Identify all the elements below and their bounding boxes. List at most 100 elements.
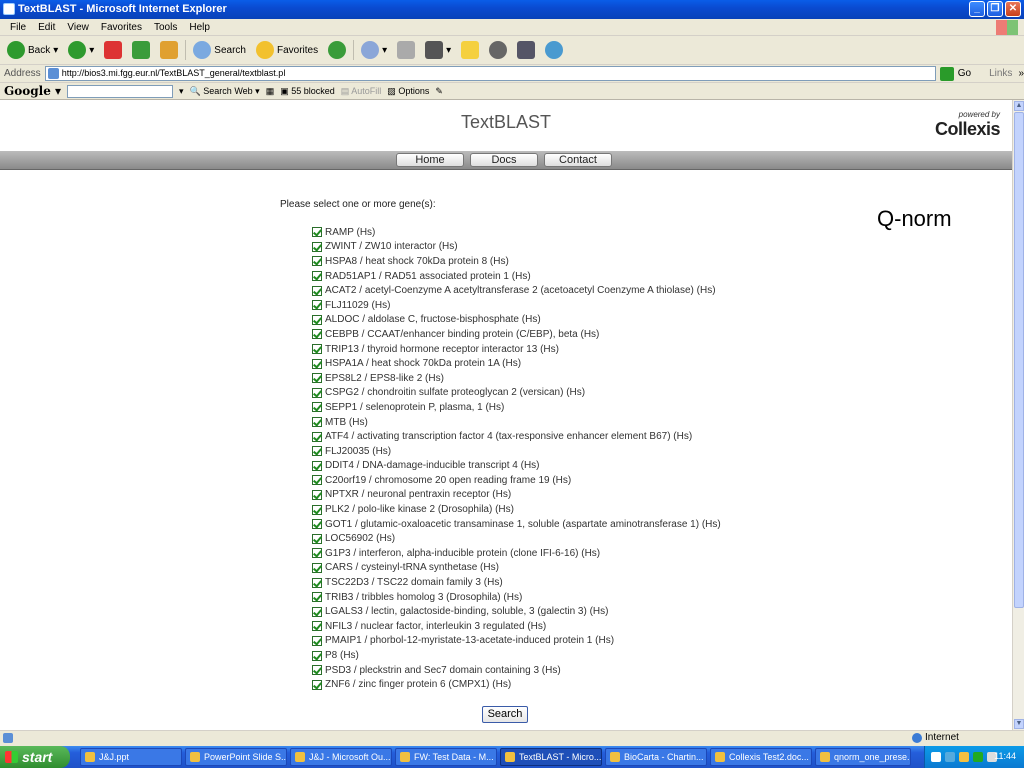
links-button[interactable]: Links xyxy=(975,68,1012,79)
gene-checkbox[interactable] xyxy=(312,665,322,676)
google-dropdown-icon[interactable]: ▾ xyxy=(179,86,184,97)
taskbar-item[interactable]: J&J - Microsoft Ou... xyxy=(290,748,392,766)
chevron-right-icon[interactable]: » xyxy=(1012,68,1024,79)
messenger-button[interactable] xyxy=(514,38,538,62)
gene-checkbox[interactable] xyxy=(312,504,322,515)
gene-checkbox[interactable] xyxy=(312,519,322,530)
discuss-button[interactable] xyxy=(458,38,482,62)
menu-file[interactable]: File xyxy=(4,22,32,33)
gene-checkbox[interactable] xyxy=(312,635,322,646)
taskbar-item[interactable]: FW: Test Data - M... xyxy=(395,748,497,766)
gene-checkbox[interactable] xyxy=(312,489,322,500)
go-arrow-icon[interactable] xyxy=(940,66,954,81)
taskbar-item[interactable]: BioCarta - Chartin... xyxy=(605,748,707,766)
favorites-button[interactable]: Favorites xyxy=(253,38,321,62)
gene-checkbox[interactable] xyxy=(312,679,322,690)
gene-checkbox[interactable] xyxy=(312,402,322,413)
gene-checkbox[interactable] xyxy=(312,562,322,573)
taskbar-item[interactable]: qnorm_one_prese... xyxy=(815,748,911,766)
nav-home-button[interactable]: Home xyxy=(396,153,464,167)
home-button[interactable] xyxy=(157,38,181,62)
restore-button[interactable]: ❐ xyxy=(987,1,1003,17)
start-button[interactable]: start xyxy=(0,746,70,768)
forward-button[interactable]: ▾ xyxy=(65,38,97,62)
close-button[interactable]: ✕ xyxy=(1005,1,1021,17)
nav-contact-button[interactable]: Contact xyxy=(544,153,612,167)
gene-checkbox[interactable] xyxy=(312,256,322,267)
gene-checkbox[interactable] xyxy=(312,358,322,369)
people-button[interactable] xyxy=(542,38,566,62)
google-search-input[interactable] xyxy=(67,84,174,98)
google-logo[interactable]: Google ▾ xyxy=(4,84,61,98)
gene-checkbox[interactable] xyxy=(312,621,322,632)
menu-edit[interactable]: Edit xyxy=(32,22,61,33)
taskbar-item-active[interactable]: TextBLAST - Micro... xyxy=(500,748,602,766)
gene-checkbox[interactable] xyxy=(312,241,322,252)
search-button[interactable]: Search xyxy=(190,38,249,62)
pagerank-icon[interactable]: ▦ xyxy=(266,86,275,97)
autofill-button[interactable]: ▤ AutoFill xyxy=(341,86,382,97)
scrollbar-thumb[interactable] xyxy=(1014,112,1024,608)
history-button[interactable] xyxy=(325,38,349,62)
gene-checkbox[interactable] xyxy=(312,650,322,661)
gene-checkbox[interactable] xyxy=(312,417,322,428)
gene-checkbox[interactable] xyxy=(312,475,322,486)
nav-docs-button[interactable]: Docs xyxy=(470,153,538,167)
gene-checkbox[interactable] xyxy=(312,227,322,238)
page-icon xyxy=(47,68,59,79)
minimize-button[interactable]: _ xyxy=(969,1,985,17)
menu-help[interactable]: Help xyxy=(183,22,216,33)
tray-network-icon[interactable] xyxy=(945,752,955,762)
tray-app-icon[interactable] xyxy=(973,752,983,762)
research-button[interactable] xyxy=(486,38,510,62)
back-button[interactable]: Back ▾ xyxy=(4,38,61,62)
search-submit-button[interactable]: Search xyxy=(482,706,528,723)
taskbar-item[interactable]: Collexis Test2.doc... xyxy=(710,748,812,766)
status-bar: Internet xyxy=(0,730,1024,746)
edit-button[interactable]: ▾ xyxy=(422,38,454,62)
gene-checkbox[interactable] xyxy=(312,285,322,296)
gene-checkbox-list: RAMP (Hs) ZWINT / ZW10 interactor (Hs) HSP… xyxy=(312,225,721,692)
scroll-up-arrow-icon[interactable]: ▲ xyxy=(1014,101,1024,111)
gene-checkbox[interactable] xyxy=(312,271,322,282)
windows-taskbar: start J&J.ppt PowerPoint Slide S... J&J … xyxy=(0,746,1024,768)
gene-checkbox[interactable] xyxy=(312,373,322,384)
gene-checkbox[interactable] xyxy=(312,533,322,544)
popup-blocked-button[interactable]: ▣ 55 blocked xyxy=(280,86,335,97)
gene-checkbox[interactable] xyxy=(312,446,322,457)
gene-checkbox[interactable] xyxy=(312,344,322,355)
window-titlebar[interactable]: TextBLAST - Microsoft Internet Explorer … xyxy=(0,0,1024,19)
gene-checkbox[interactable] xyxy=(312,548,322,559)
gene-checkbox[interactable] xyxy=(312,387,322,398)
gene-checkbox[interactable] xyxy=(312,592,322,603)
pencil-icon[interactable]: ✎ xyxy=(435,86,443,97)
gene-checkbox[interactable] xyxy=(312,606,322,617)
tray-arrow-icon[interactable] xyxy=(931,752,941,762)
gene-checkbox[interactable] xyxy=(312,460,322,471)
scroll-down-arrow-icon[interactable]: ▼ xyxy=(1014,719,1024,729)
gene-checkbox[interactable] xyxy=(312,314,322,325)
gene-checkbox[interactable] xyxy=(312,300,322,311)
menu-favorites[interactable]: Favorites xyxy=(95,22,148,33)
gene-checkbox[interactable] xyxy=(312,577,322,588)
menu-bar: File Edit View Favorites Tools Help xyxy=(0,19,1024,36)
gene-checkbox[interactable] xyxy=(312,431,322,442)
vertical-scrollbar[interactable]: ▲ ▼ xyxy=(1012,100,1024,730)
gene-label: SEPP1 / selenoprotein P, plasma, 1 (Hs) xyxy=(325,401,505,413)
google-search-web-button[interactable]: 🔍 Search Web ▾ xyxy=(190,86,260,97)
mail-button[interactable]: ▾ xyxy=(358,38,390,62)
tray-clock: 11:44 xyxy=(994,751,1016,761)
menu-tools[interactable]: Tools xyxy=(148,22,183,33)
refresh-icon xyxy=(132,41,151,59)
tray-shield-icon[interactable] xyxy=(959,752,969,762)
menu-view[interactable]: View xyxy=(61,22,95,33)
google-options-button[interactable]: ▨ Options xyxy=(387,86,429,97)
go-button[interactable]: Go xyxy=(954,68,975,79)
address-input[interactable]: http://bios3.mi.fgg.eur.nl/TextBLAST_gen… xyxy=(44,66,936,81)
print-button[interactable] xyxy=(394,38,418,62)
stop-button[interactable] xyxy=(101,38,125,62)
taskbar-item[interactable]: J&J.ppt xyxy=(80,748,182,766)
gene-checkbox[interactable] xyxy=(312,329,322,340)
refresh-button[interactable] xyxy=(129,38,153,62)
taskbar-item[interactable]: PowerPoint Slide S... xyxy=(185,748,287,766)
